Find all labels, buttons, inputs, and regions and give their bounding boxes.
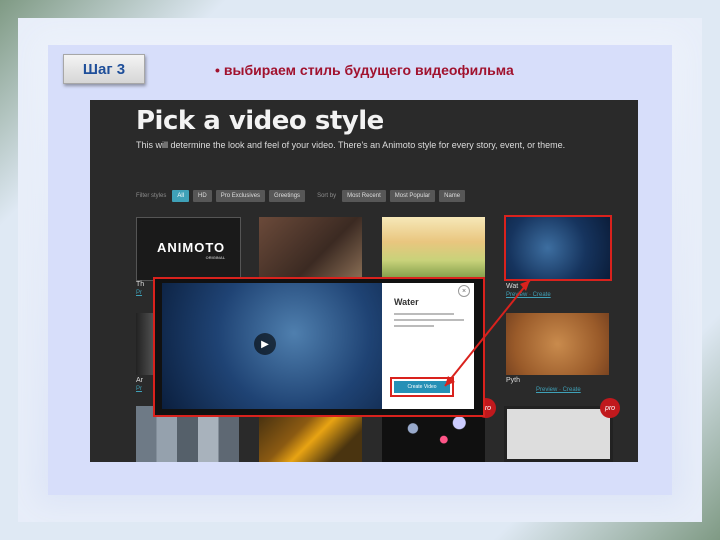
tile-caption: Wat [506, 283, 519, 290]
create-video-button[interactable]: Create Video [390, 377, 454, 397]
animoto-screenshot: Pick a video style This will determine t… [90, 100, 638, 462]
bullet: • [215, 62, 220, 78]
filter-all[interactable]: All [172, 190, 190, 202]
animoto-logo: ANIMOTO ORIGINAL [157, 240, 226, 260]
filter-bar: Filter styles All HD Pro Exclusives Gree… [136, 190, 466, 202]
style-tile-python[interactable] [506, 313, 609, 375]
filter-label: Filter styles [136, 193, 167, 199]
preview-popup-frame: ▶ Water Create Video × [153, 277, 485, 417]
preview-video[interactable]: ▶ [162, 283, 382, 409]
style-tile-watercolor[interactable] [382, 217, 485, 279]
sort-recent[interactable]: Most Recent [342, 190, 386, 202]
play-icon[interactable]: ▶ [254, 333, 276, 355]
tile-caption: Pyth [506, 377, 521, 384]
sort-name[interactable]: Name [439, 190, 466, 202]
page-subtitle: This will determine the look and feel of… [136, 140, 566, 150]
filter-hd[interactable]: HD [193, 190, 212, 202]
tile-caption: Ar [136, 377, 143, 384]
step-badge: Шаг 3 [63, 54, 145, 84]
tile-link[interactable]: Pr [136, 386, 142, 392]
tile-caption: Th [136, 281, 145, 288]
style-tile-water[interactable] [504, 215, 612, 281]
sort-popular[interactable]: Most Popular [389, 190, 436, 202]
popup-title: Water [394, 297, 419, 307]
pro-badge: pro [600, 398, 620, 418]
filter-greetings[interactable]: Greetings [269, 190, 306, 202]
tile-link[interactable]: Preview · Create [536, 387, 581, 393]
tile-link[interactable]: Preview · Create [506, 292, 551, 298]
close-icon[interactable]: × [458, 285, 470, 297]
style-tile-animoto[interactable]: ANIMOTO ORIGINAL [136, 217, 241, 281]
preview-popup: ▶ Water Create Video × [162, 283, 474, 409]
page-title: Pick a video style [136, 106, 384, 136]
filter-pro[interactable]: Pro Exclusives [215, 190, 266, 202]
style-tile-scrapbook[interactable] [259, 217, 362, 279]
tile-link[interactable]: Pr [136, 290, 142, 296]
style-tile-film[interactable] [504, 406, 613, 462]
popup-description [394, 313, 464, 331]
instruction-text: выбираем стиль будущего видеофильма [223, 62, 514, 78]
step-instruction: • выбираем стиль будущего видеофильма [215, 62, 514, 78]
sort-label: Sort by [317, 193, 337, 199]
